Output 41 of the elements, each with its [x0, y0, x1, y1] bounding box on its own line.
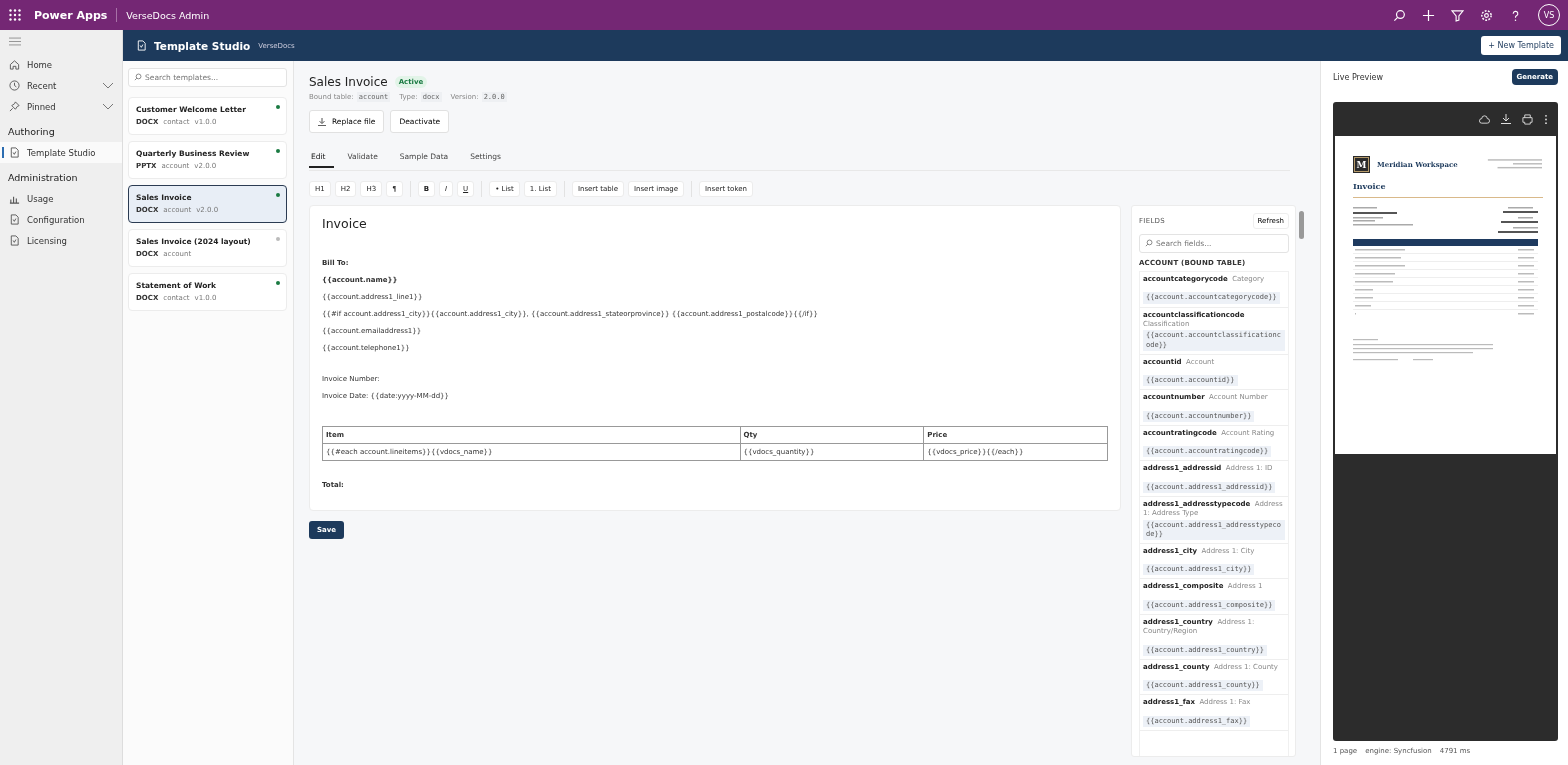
- more-icon[interactable]: [1544, 113, 1548, 125]
- nav-item[interactable]: Usage: [0, 188, 122, 209]
- nav-item[interactable]: Home: [0, 54, 122, 75]
- search-icon: [1145, 239, 1153, 247]
- nav-item[interactable]: Recent: [0, 75, 122, 96]
- app-name: Power Apps: [34, 8, 108, 22]
- download-icon: [318, 117, 326, 126]
- chevron-down-icon: [102, 82, 114, 89]
- company-logo: M: [1353, 156, 1370, 173]
- invoice-title: Invoice: [1353, 181, 1387, 191]
- settings-icon[interactable]: [1480, 8, 1493, 22]
- template-title: Sales Invoice: [309, 75, 388, 89]
- nav-item[interactable]: Configuration: [0, 209, 122, 230]
- doc-icon: [9, 214, 20, 225]
- nav-section-heading: Authoring: [7, 125, 56, 139]
- search-icon[interactable]: [1393, 8, 1406, 22]
- doc-icon: [9, 147, 20, 158]
- printer-icon[interactable]: [1522, 113, 1533, 125]
- document-heading: Invoice: [322, 216, 368, 231]
- studio-title: Template Studio: [154, 39, 251, 52]
- new-template-button[interactable]: + New Template: [1481, 36, 1561, 55]
- nav-item[interactable]: Licensing: [0, 230, 122, 251]
- nav-item[interactable]: Template Studio: [0, 142, 122, 163]
- download-icon[interactable]: [1501, 114, 1511, 124]
- doc-icon: [9, 235, 20, 246]
- chevron-down-icon: [102, 103, 114, 110]
- document-editor[interactable]: [309, 205, 1121, 511]
- environment-name: VerseDocs Admin: [126, 9, 210, 21]
- document-icon: [136, 40, 147, 51]
- nav-section-heading: Administration: [7, 171, 79, 185]
- filter-icon[interactable]: [1451, 8, 1464, 22]
- pin-icon: [9, 101, 20, 112]
- home-icon: [9, 59, 20, 70]
- menu-icon[interactable]: [9, 37, 21, 46]
- search-icon: [134, 73, 142, 81]
- nav-item[interactable]: Pinned: [0, 96, 122, 117]
- clock-icon: [9, 80, 20, 91]
- plus-icon[interactable]: [1422, 8, 1435, 22]
- cloud-icon[interactable]: [1479, 113, 1490, 125]
- app-launcher-icon[interactable]: [9, 9, 21, 21]
- preview-title: Live Preview: [1333, 72, 1384, 82]
